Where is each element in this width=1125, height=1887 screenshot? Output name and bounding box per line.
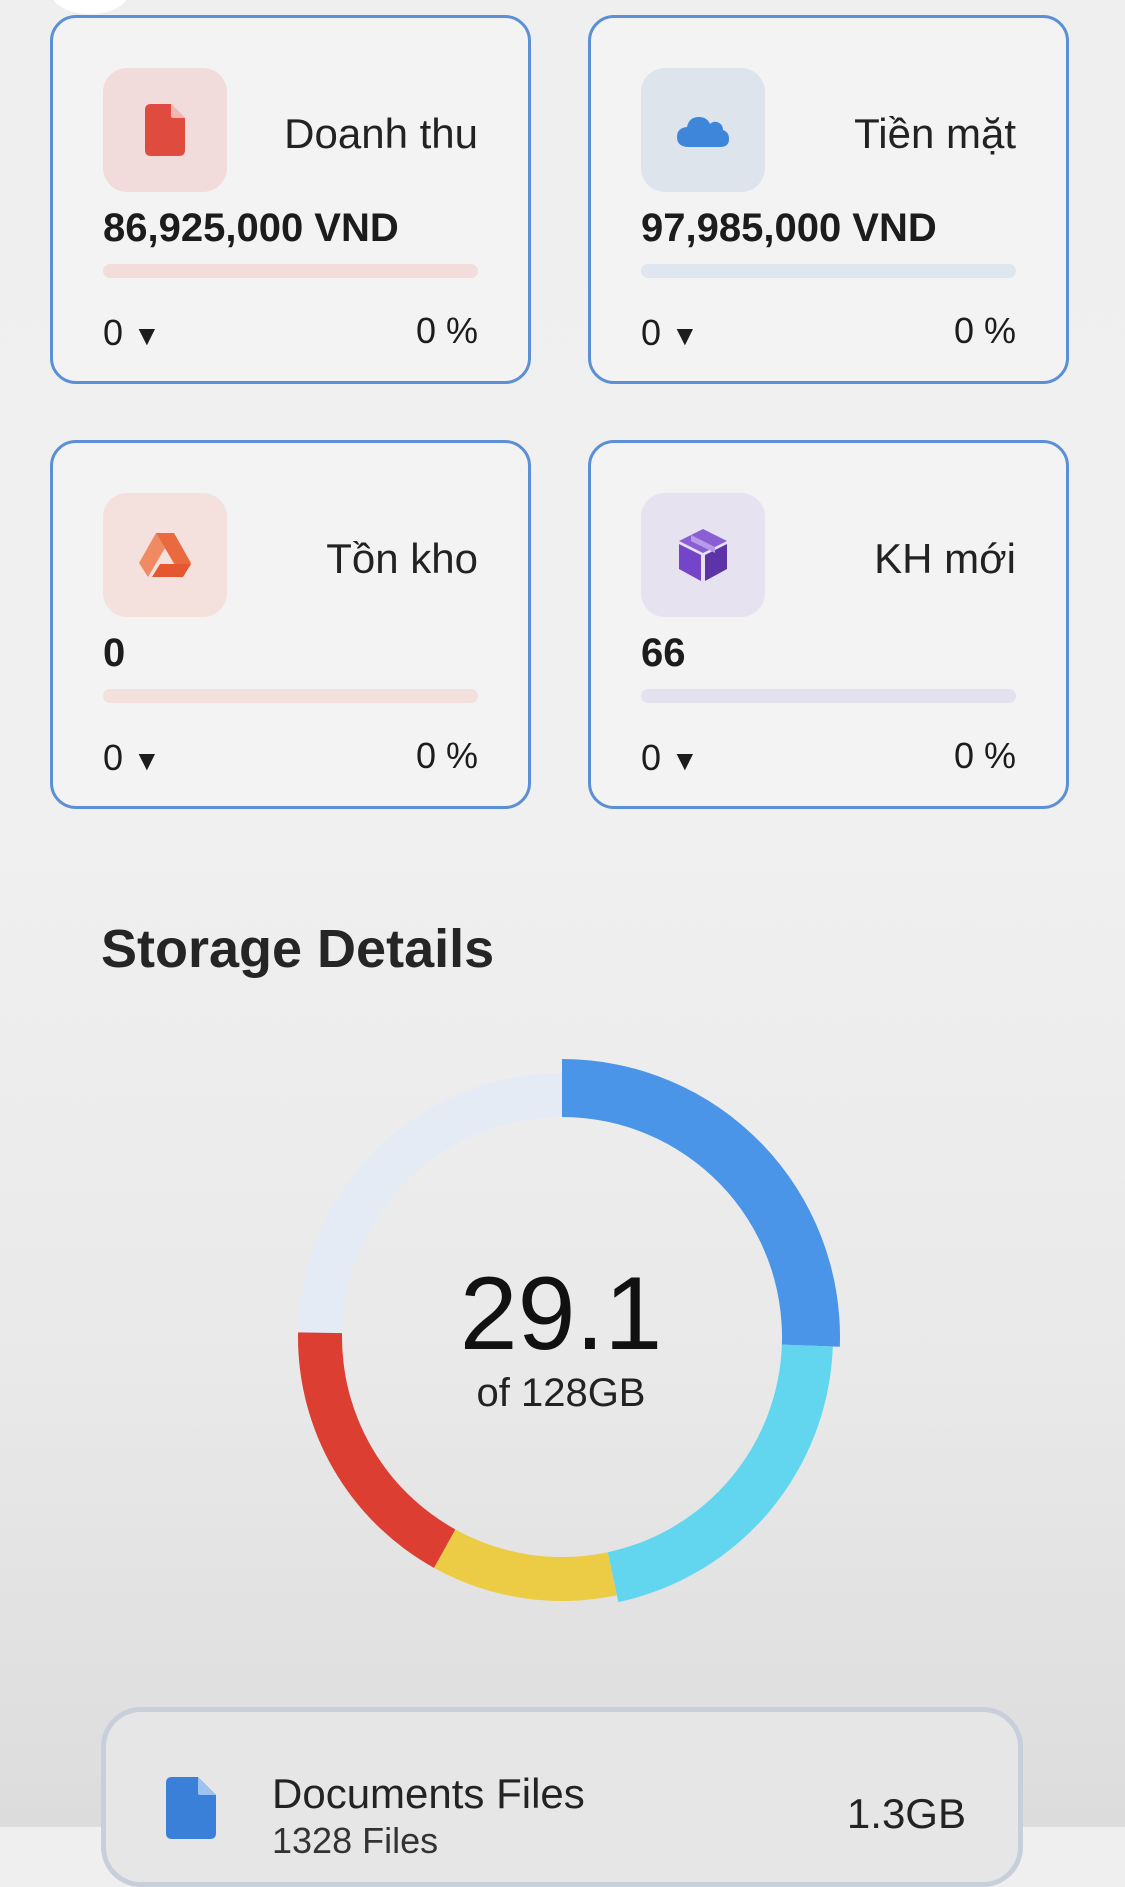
file-count: 1328 Files [272,1820,439,1861]
document-icon [166,1777,216,1839]
file-category-card[interactable]: Documents Files 1328 Files 1.3GB [101,1707,1023,1887]
file-size: 1.3GB [846,1790,966,1837]
donut-segment [434,1529,617,1601]
storage-used-value: 29.1 [459,1256,663,1372]
donut-segment [298,1332,456,1568]
storage-donut-chart [298,1059,841,1603]
file-category-name: Documents Files [272,1770,585,1817]
storage-total-caption: of 128GB [476,1371,646,1415]
